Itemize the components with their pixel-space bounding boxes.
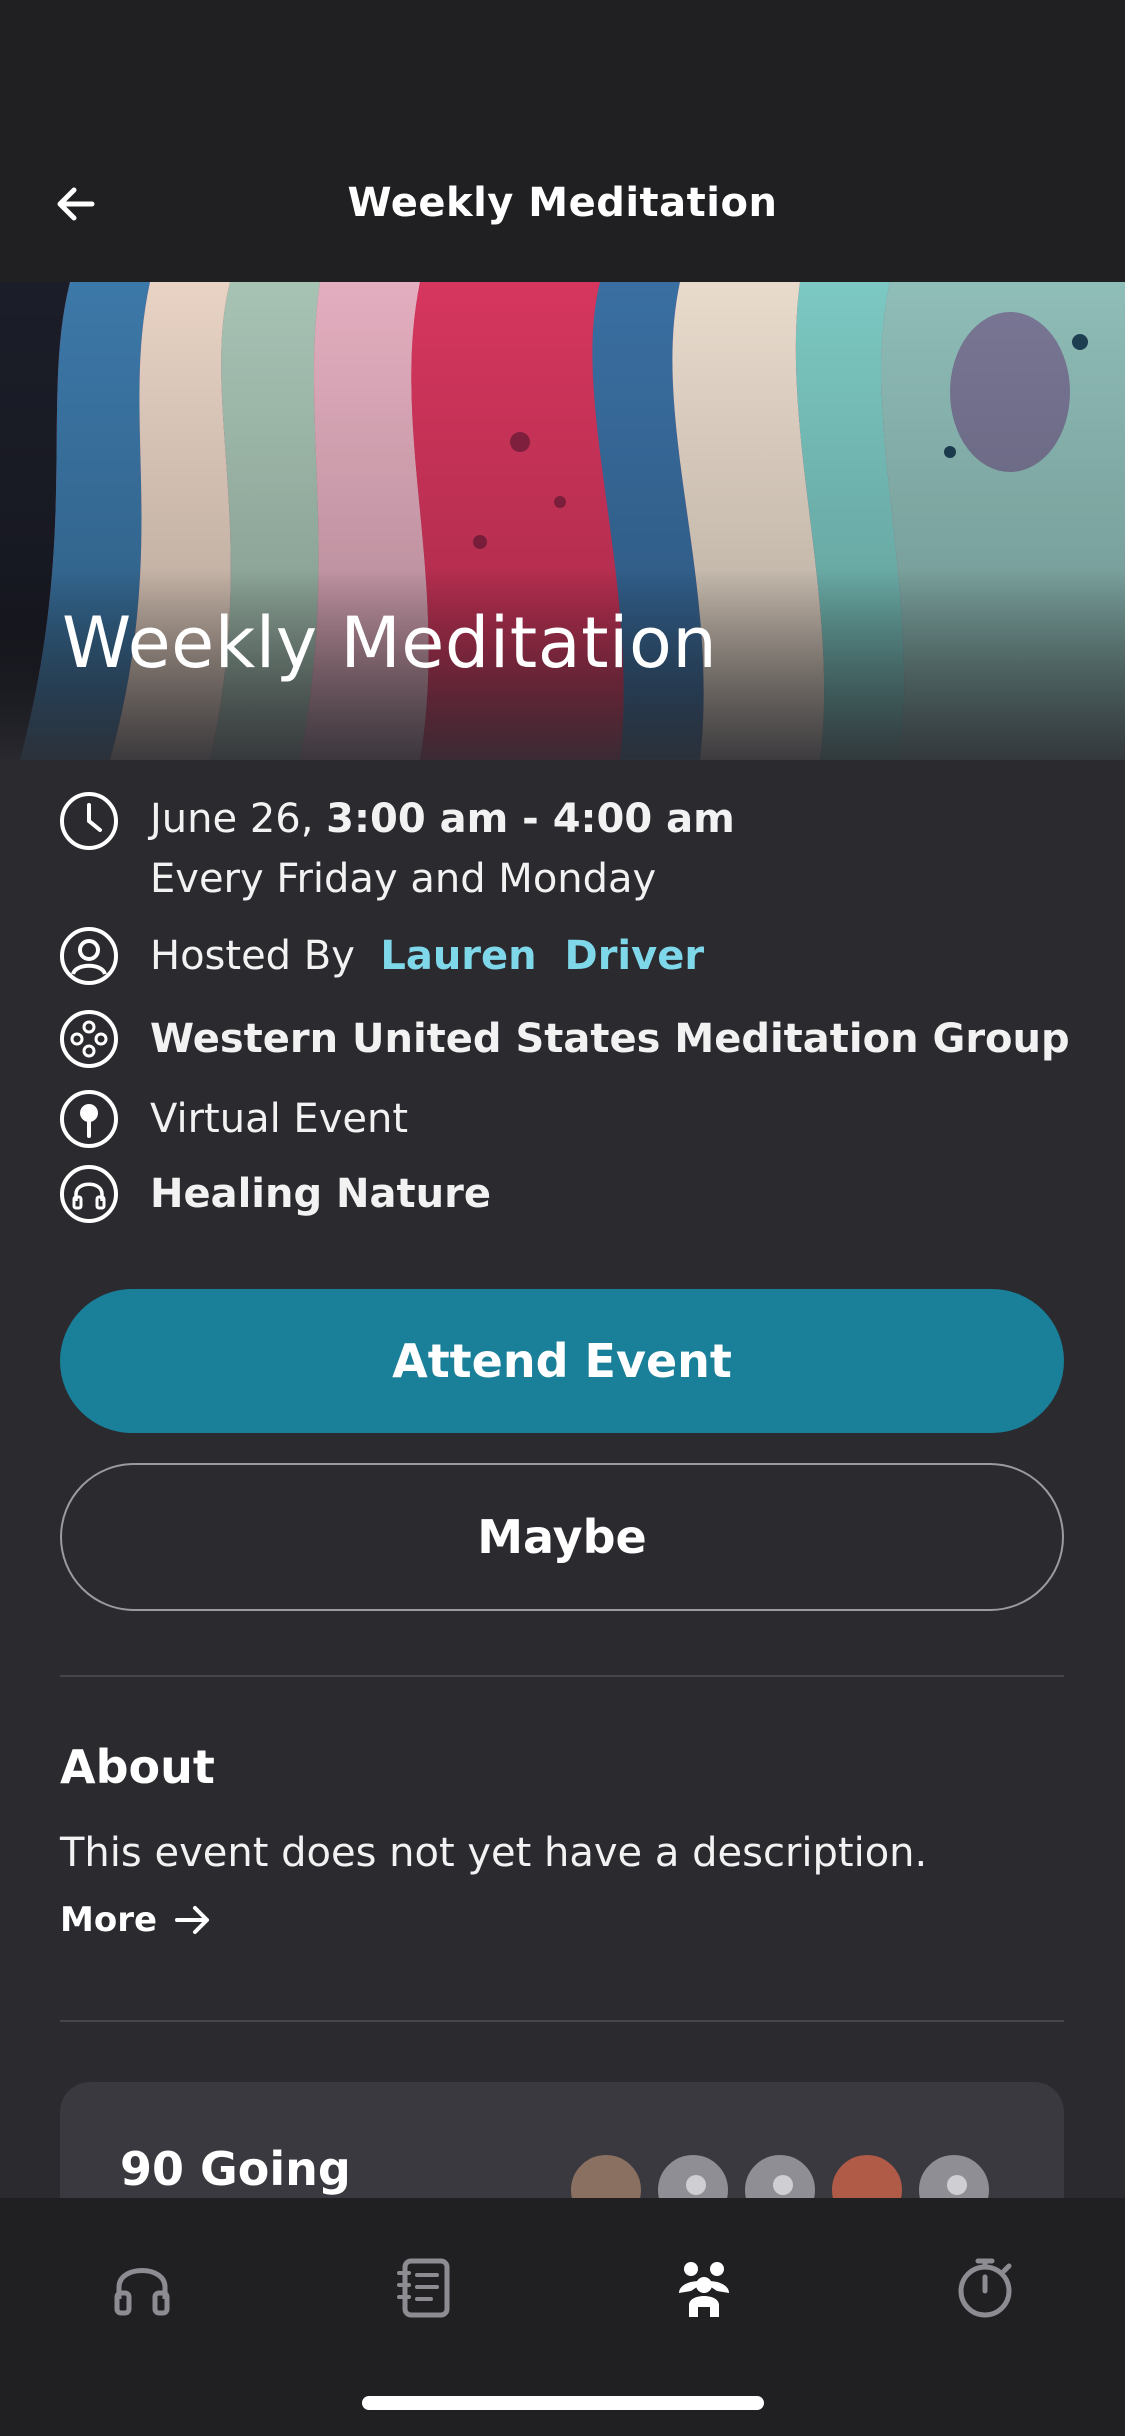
top-navigation-bar: Weekly Meditation: [0, 0, 1125, 282]
event-recurrence: Every Friday and Monday: [150, 856, 657, 902]
divider: [60, 1675, 1064, 1677]
hosted-by-label: Hosted By: [150, 933, 355, 979]
user-icon: [58, 925, 120, 987]
maybe-button[interactable]: Maybe: [60, 1463, 1064, 1611]
event-group-row: Western United States Meditation Group: [0, 1008, 1125, 1070]
arrow-right-icon: [175, 1906, 210, 1934]
event-title: Weekly Meditation: [62, 602, 718, 684]
event-datetime-row: June 26, 3:00 am - 4:00 am Every Friday …: [0, 790, 1125, 910]
headphones-icon: [114, 2268, 170, 2316]
community-icon: [679, 2262, 729, 2317]
headphones-icon: [58, 1163, 120, 1225]
divider: [60, 2020, 1064, 2022]
event-datetime: June 26, 3:00 am - 4:00 am: [150, 796, 735, 842]
timer-icon: [958, 2258, 1012, 2318]
tab-timer[interactable]: [935, 2238, 1035, 2338]
group-icon: [58, 1008, 120, 1070]
more-label: More: [60, 1900, 158, 1940]
group-link[interactable]: Western United States Meditation Group: [150, 1016, 1070, 1062]
event-time: 3:00 am - 4:00 am: [326, 796, 735, 842]
event-location: Virtual Event: [150, 1096, 409, 1142]
event-date: June 26,: [150, 796, 314, 842]
journal-icon: [397, 2258, 450, 2318]
event-host-row: Hosted By Lauren Driver: [0, 925, 1125, 987]
clock-icon: [58, 790, 120, 852]
event-cover-image: Weekly Meditation: [0, 282, 1125, 760]
track-link[interactable]: Healing Nature: [150, 1171, 491, 1217]
tab-community[interactable]: [654, 2238, 754, 2338]
page-title: Weekly Meditation: [347, 180, 778, 226]
attend-event-button[interactable]: Attend Event: [60, 1289, 1064, 1433]
host-link[interactable]: Lauren Driver: [380, 933, 704, 979]
attendees-count: 90 Going: [120, 2142, 351, 2196]
event-host: Hosted By Lauren Driver: [150, 933, 704, 979]
home-indicator: [362, 2396, 764, 2410]
more-link[interactable]: More: [60, 1900, 213, 1940]
about-heading: About: [60, 1740, 215, 1794]
about-description: This event does not yet have a descripti…: [60, 1830, 928, 1876]
event-location-row: Virtual Event: [0, 1088, 1125, 1150]
event-track-row: Healing Nature: [0, 1163, 1125, 1225]
tab-listen[interactable]: [92, 2238, 192, 2338]
tab-journal[interactable]: [374, 2238, 474, 2338]
location-pin-icon: [58, 1088, 120, 1150]
